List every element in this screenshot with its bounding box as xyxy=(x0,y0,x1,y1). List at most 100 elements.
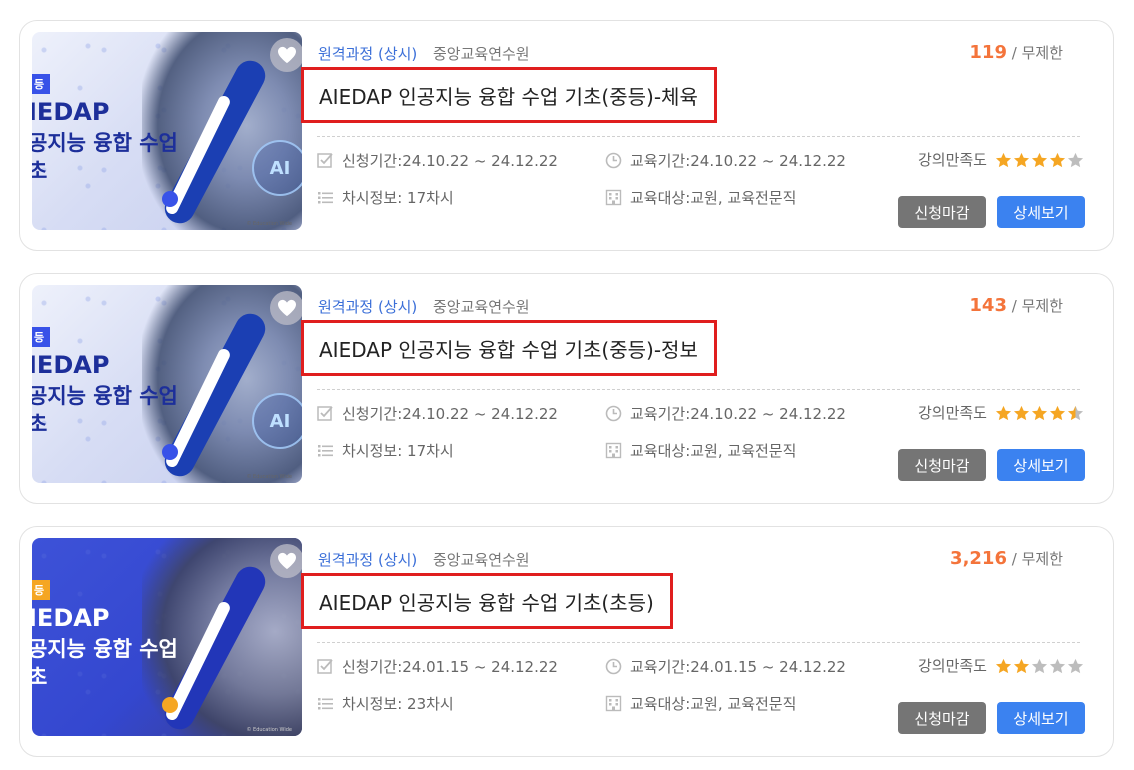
course-rating: 강의만족도 xyxy=(918,402,1085,423)
apply-closed-button[interactable]: 신청마감 xyxy=(898,449,986,481)
thumbnail-caption: © Education Wide xyxy=(246,474,292,480)
enrollment-number: 143 xyxy=(969,295,1007,316)
edu-period-text: 교육기간:24.01.15 ~ 24.12.22 xyxy=(630,658,846,676)
course-org: 중앙교육연수원 xyxy=(433,551,530,569)
rating-label: 강의만족도 xyxy=(917,657,987,675)
apply-period-text: 신청기간:24.01.15 ~ 24.12.22 xyxy=(342,658,558,676)
divider xyxy=(317,642,1080,643)
star-icon xyxy=(1049,658,1066,673)
target-info-text: 교육대상:교원, 교육전문직 xyxy=(630,695,797,713)
course-title-highlight: AIEDAP 인공지능 융합 수업 기초(중등)-체육 xyxy=(301,67,717,123)
thumbnail-title-line1: IEDAP xyxy=(32,98,110,126)
enrollment-number: 3,216 xyxy=(950,548,1007,569)
thumbnail-tag: 등 xyxy=(32,74,51,94)
course-title[interactable]: AIEDAP 인공지능 융합 수업 기초(중등)-정보 xyxy=(319,334,698,363)
course-category[interactable]: 원격과정 (상시) xyxy=(318,43,417,64)
star-icon xyxy=(1031,152,1048,167)
divider xyxy=(317,136,1080,137)
star-icon xyxy=(1049,405,1066,420)
apply-period-text: 신청기간:24.10.22 ~ 24.12.22 xyxy=(342,152,558,170)
target-info: 교육대상:교원, 교육전문직 xyxy=(605,693,796,714)
target-info-text: 교육대상:교원, 교육전문직 xyxy=(630,442,797,460)
star-icon xyxy=(1031,658,1048,673)
clock-icon xyxy=(605,405,622,422)
course-rating: 강의만족도 xyxy=(918,655,1085,676)
apply-period-text: 신청기간:24.10.22 ~ 24.12.22 xyxy=(342,405,558,423)
target-info: 교육대상:교원, 교육전문직 xyxy=(605,440,796,461)
view-detail-button[interactable]: 상세보기 xyxy=(997,449,1085,481)
clock-icon xyxy=(605,152,622,169)
thumbnail-caption: © Education Wide xyxy=(246,221,292,227)
enrollment-count: 143 / 무제한 xyxy=(969,295,1063,316)
course-title[interactable]: AIEDAP 인공지능 융합 수업 기초(중등)-체육 xyxy=(319,81,698,110)
edu-period-text: 교육기간:24.10.22 ~ 24.12.22 xyxy=(630,152,846,170)
edu-period: 교육기간:24.10.22 ~ 24.12.22 xyxy=(605,403,846,424)
star-icon xyxy=(995,152,1012,167)
session-info-text: 차시정보: 17차시 xyxy=(342,442,454,460)
thumbnail-title-line1: IEDAP xyxy=(32,351,110,379)
enrollment-limit: / 무제한 xyxy=(1011,297,1063,315)
building-icon xyxy=(605,695,622,712)
thumbnail-ai-badge: AI xyxy=(252,393,302,449)
thumbnail-tag: 등 xyxy=(32,327,51,347)
divider xyxy=(317,389,1080,390)
thumbnail-dot xyxy=(162,191,178,207)
view-detail-button[interactable]: 상세보기 xyxy=(997,702,1085,734)
rating-label: 강의만족도 xyxy=(917,404,987,422)
apply-period: 신청기간:24.10.22 ~ 24.12.22 xyxy=(317,150,558,171)
rating-stars xyxy=(995,405,1085,421)
thumbnail-caption: © Education Wide xyxy=(246,727,292,733)
course-category[interactable]: 원격과정 (상시) xyxy=(318,296,417,317)
apply-closed-button[interactable]: 신청마감 xyxy=(898,702,986,734)
course-title[interactable]: AIEDAP 인공지능 융합 수업 기초(초등) xyxy=(319,587,654,616)
course-thumbnail[interactable]: 등 IEDAP 공지능 융합 수업 초 © Education Wide xyxy=(32,538,302,736)
thumbnail-tag: 등 xyxy=(32,580,51,600)
course-title-highlight: AIEDAP 인공지능 융합 수업 기초(중등)-정보 xyxy=(301,320,717,376)
enrollment-count: 119 / 무제한 xyxy=(969,42,1063,63)
target-info: 교육대상:교원, 교육전문직 xyxy=(605,187,796,208)
apply-period: 신청기간:24.01.15 ~ 24.12.22 xyxy=(317,656,558,677)
course-card[interactable]: 등 IEDAP 공지능 융합 수업 초 © Education Wide 원격과… xyxy=(19,526,1114,757)
course-rating: 강의만족도 xyxy=(918,149,1085,170)
star-icon xyxy=(995,658,1012,673)
course-thumbnail[interactable]: AI 등 IEDAP 공지능 융합 수업 초 © Education Wide xyxy=(32,32,302,230)
thumbnail-dot xyxy=(162,697,178,713)
enrollment-number: 119 xyxy=(969,42,1007,63)
star-icon xyxy=(1013,152,1030,167)
star-icon xyxy=(1067,658,1084,673)
building-icon xyxy=(605,189,622,206)
course-org: 중앙교육연수원 xyxy=(433,45,530,63)
building-icon xyxy=(605,442,622,459)
heart-icon[interactable] xyxy=(270,291,302,325)
course-card[interactable]: AI 등 IEDAP 공지능 융합 수업 초 © Education Wide … xyxy=(19,273,1114,504)
star-icon xyxy=(1031,405,1048,420)
thumbnail-title-line3: 초 xyxy=(32,412,48,436)
course-org: 중앙교육연수원 xyxy=(433,298,530,316)
enrollment-limit: / 무제한 xyxy=(1011,550,1063,568)
session-info-text: 차시정보: 17차시 xyxy=(342,189,454,207)
rating-label: 강의만족도 xyxy=(917,151,987,169)
list-icon xyxy=(318,698,333,710)
edu-period: 교육기간:24.10.22 ~ 24.12.22 xyxy=(605,150,846,171)
checkbox-icon xyxy=(317,406,333,421)
course-thumbnail[interactable]: AI 등 IEDAP 공지능 융합 수업 초 © Education Wide xyxy=(32,285,302,483)
rating-stars xyxy=(995,152,1085,168)
enrollment-count: 3,216 / 무제한 xyxy=(950,548,1063,569)
session-info-text: 차시정보: 23차시 xyxy=(342,695,454,713)
star-icon xyxy=(1049,152,1066,167)
heart-icon[interactable] xyxy=(270,38,302,72)
checkbox-icon xyxy=(317,659,333,674)
course-category[interactable]: 원격과정 (상시) xyxy=(318,549,417,570)
clock-icon xyxy=(605,658,622,675)
course-card[interactable]: AI 등 IEDAP 공지능 융합 수업 초 © Education Wide … xyxy=(19,20,1114,251)
session-info: 차시정보: 17차시 xyxy=(317,187,454,208)
view-detail-button[interactable]: 상세보기 xyxy=(997,196,1085,228)
thumbnail-title-line2: 공지능 융합 수업 xyxy=(32,131,178,155)
thumbnail-ai-badge: AI xyxy=(252,140,302,196)
star-icon xyxy=(1067,152,1084,167)
star-icon xyxy=(1067,405,1084,420)
heart-icon[interactable] xyxy=(270,544,302,578)
checkbox-icon xyxy=(317,153,333,168)
rating-stars xyxy=(995,658,1085,674)
apply-closed-button[interactable]: 신청마감 xyxy=(898,196,986,228)
